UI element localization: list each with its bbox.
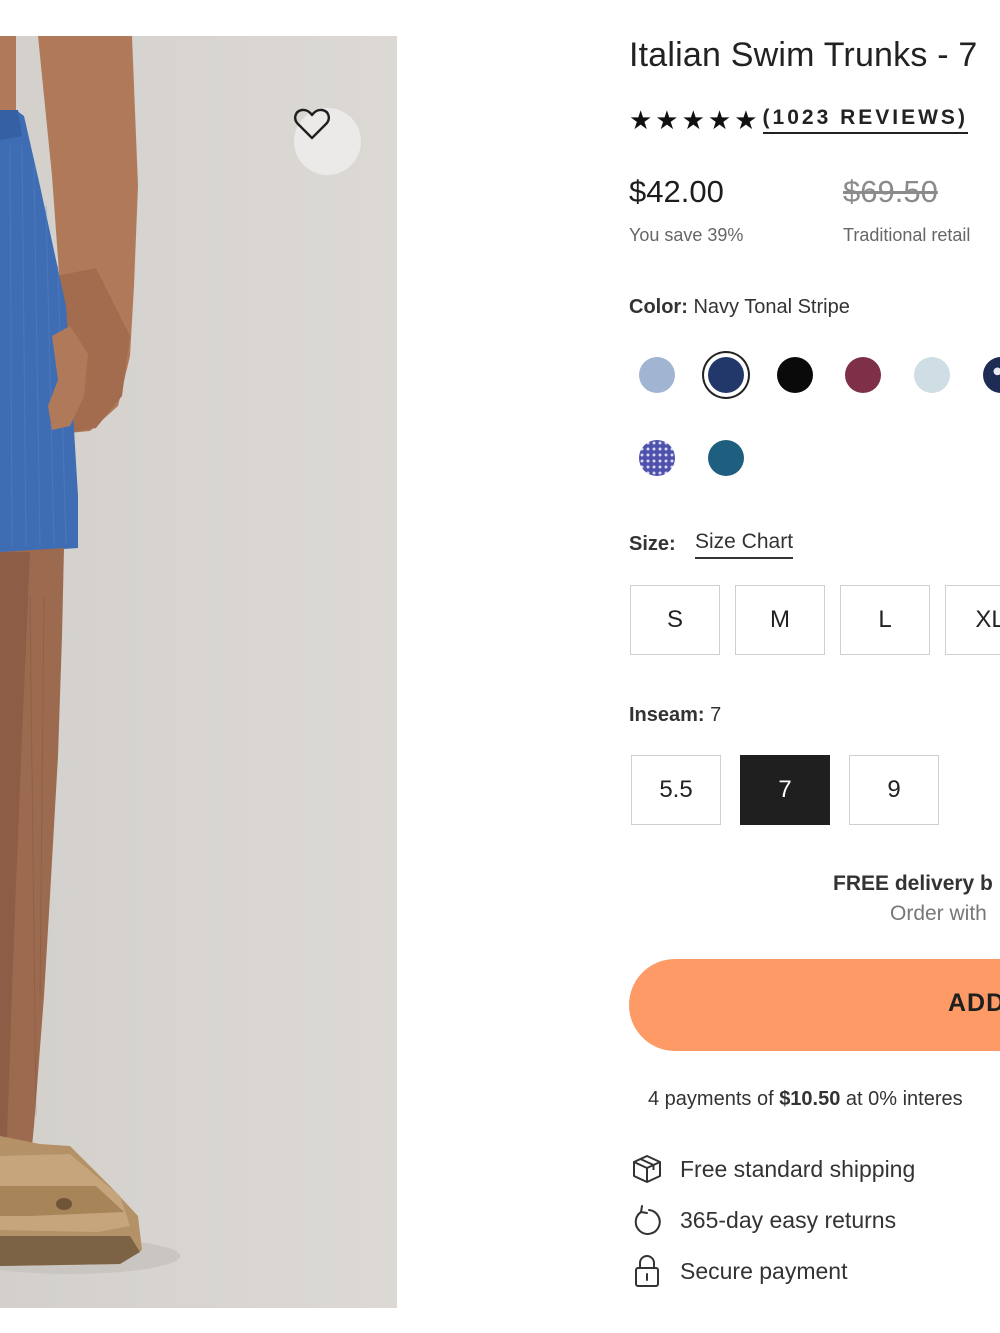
star-rating: ★★★★★ bbox=[629, 104, 761, 135]
inseam-option-7[interactable]: 7 bbox=[740, 755, 830, 825]
swatch-teal[interactable] bbox=[708, 440, 744, 476]
product-title: Italian Swim Trunks - 7 bbox=[629, 36, 978, 74]
return-arrow-icon bbox=[634, 1205, 661, 1235]
product-details: Italian Swim Trunks - 7 ★★★★★ (1023 REVI… bbox=[629, 0, 1000, 1333]
rating-row[interactable]: ★★★★★ (1023 REVIEWS) bbox=[629, 102, 968, 138]
installment-suffix: at 0% interes bbox=[840, 1088, 963, 1110]
installment-info: 4 payments of $10.50 at 0% interes bbox=[648, 1088, 963, 1111]
lock-icon bbox=[635, 1255, 659, 1287]
color-selection-label: Color: Navy Tonal Stripe bbox=[629, 296, 850, 319]
installment-prefix: 4 payments of bbox=[648, 1088, 780, 1110]
retail-label: Traditional retail bbox=[843, 225, 971, 245]
perk-shipping-text: Free standard shipping bbox=[680, 1155, 916, 1182]
wishlist-button[interactable] bbox=[294, 108, 361, 175]
perk-payment: Secure payment bbox=[629, 1253, 847, 1289]
perk-shipping: Free standard shipping bbox=[629, 1151, 915, 1187]
size-option-s[interactable]: S bbox=[630, 585, 720, 655]
selected-color-name: Navy Tonal Stripe bbox=[693, 296, 850, 318]
perk-returns: 365-day easy returns bbox=[629, 1202, 896, 1238]
selected-inseam: 7 bbox=[710, 704, 722, 726]
reviews-link[interactable]: (1023 REVIEWS) bbox=[762, 106, 968, 134]
order-cutoff: Order with bbox=[890, 902, 987, 925]
savings-text: You save 39% bbox=[629, 225, 744, 245]
perk-payment-text: Secure payment bbox=[680, 1257, 848, 1284]
delivery-estimate: FREE delivery b bbox=[833, 872, 993, 895]
model-photo bbox=[0, 36, 180, 1274]
swatch-black[interactable] bbox=[777, 357, 813, 393]
installment-amount: $10.50 bbox=[779, 1088, 841, 1110]
heart-icon bbox=[294, 108, 330, 140]
color-label: Color: bbox=[629, 296, 688, 318]
inseam-option-5-5[interactable]: 5.5 bbox=[631, 755, 721, 825]
box-icon bbox=[633, 1155, 661, 1183]
swatch-burgundy[interactable] bbox=[845, 357, 881, 393]
perk-returns-text: 365-day easy returns bbox=[680, 1206, 897, 1233]
add-to-cart-label: ADD bbox=[948, 989, 1000, 1017]
size-option-m[interactable]: M bbox=[735, 585, 825, 655]
inseam-selection-label: Inseam: 7 bbox=[629, 704, 721, 727]
add-to-cart-button[interactable]: ADD bbox=[629, 959, 1000, 1051]
size-option-l[interactable]: L bbox=[840, 585, 930, 655]
swatch-navy-tonal-stripe[interactable] bbox=[708, 357, 744, 393]
size-label: Size: bbox=[629, 533, 676, 555]
sale-price: $42.00 bbox=[629, 174, 724, 209]
swatch-light-blue[interactable] bbox=[639, 357, 675, 393]
retail-price: $69.50 bbox=[843, 174, 938, 209]
inseam-option-9[interactable]: 9 bbox=[849, 755, 939, 825]
product-image bbox=[0, 36, 397, 1308]
size-option-xl[interactable]: XL bbox=[945, 585, 1000, 655]
size-chart-link[interactable]: Size Chart bbox=[695, 530, 794, 559]
swatch-purple-dot[interactable] bbox=[639, 440, 675, 476]
swatch-navy-pattern[interactable] bbox=[983, 357, 1000, 393]
swatch-pale-blue[interactable] bbox=[914, 357, 950, 393]
inseam-label: Inseam: bbox=[629, 704, 705, 726]
